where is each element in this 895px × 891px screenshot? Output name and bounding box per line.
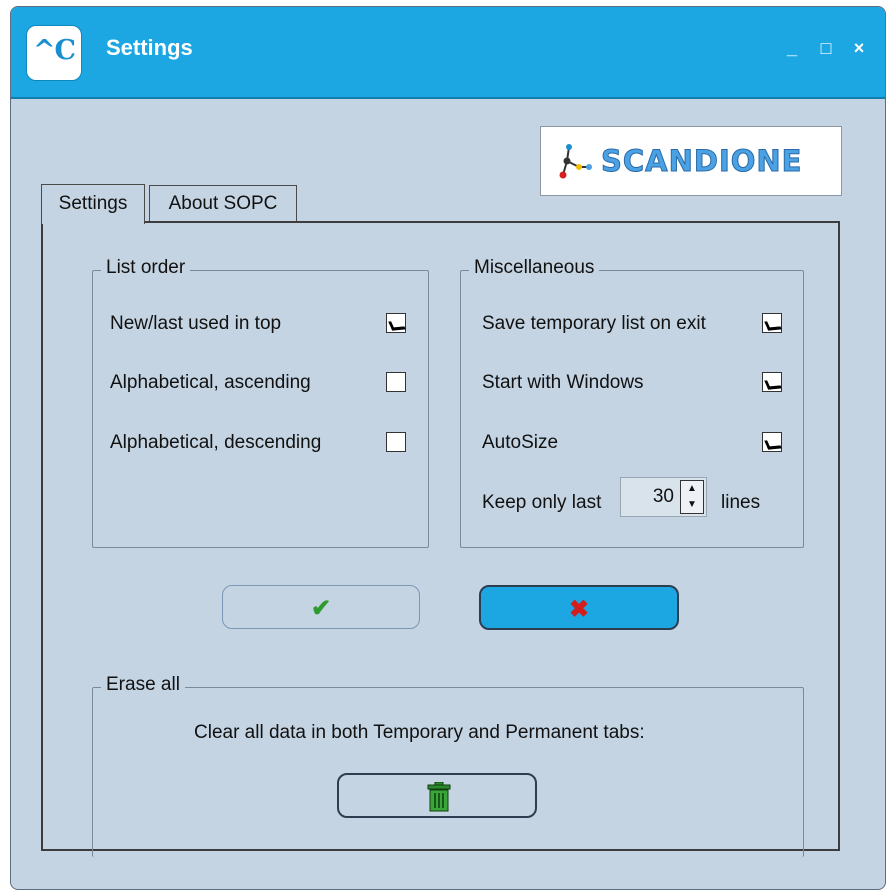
tab-settings[interactable]: Settings xyxy=(41,184,145,224)
stepper-buttons[interactable]: ▲ ▼ xyxy=(680,480,704,514)
logo-text: SCANDIONE xyxy=(600,144,803,179)
misc-option-label: Start with Windows xyxy=(482,372,644,393)
keep-lines-value[interactable]: 30 xyxy=(653,486,674,508)
cancel-button[interactable]: ✖ xyxy=(479,585,679,630)
alphabetical-ascending-checkbox[interactable] xyxy=(386,372,406,392)
misc-option-label: AutoSize xyxy=(482,432,559,453)
molecule-icon xyxy=(559,144,592,179)
app-icon-text: ^C xyxy=(32,35,76,66)
autosize-checkbox[interactable] xyxy=(762,432,782,452)
list-order-title: List order xyxy=(101,257,191,279)
ok-button[interactable]: ✔ xyxy=(222,585,420,629)
erase-description: Clear all data in both Temporary and Per… xyxy=(194,722,645,743)
lines-label: lines xyxy=(721,492,761,513)
app-icon: ^C xyxy=(26,25,82,81)
stepper-up-icon[interactable]: ▲ xyxy=(681,481,703,497)
check-icon: ✔ xyxy=(310,595,332,622)
stepper-down-icon[interactable]: ▼ xyxy=(681,497,703,513)
list-order-group: List order xyxy=(92,257,429,548)
miscellaneous-title: Miscellaneous xyxy=(469,257,600,279)
tab-about-sopc[interactable]: About SOPC xyxy=(149,185,297,222)
keep-only-last-label: Keep only last xyxy=(482,492,602,513)
title-bar[interactable]: ^C Settings _ □ × xyxy=(11,7,885,99)
trash-icon xyxy=(427,782,451,812)
x-icon: ✖ xyxy=(568,596,590,623)
window-title: Settings xyxy=(106,35,193,60)
keep-lines-stepper[interactable]: 30 ▲ ▼ xyxy=(620,477,707,517)
alphabetical-descending-checkbox[interactable] xyxy=(386,432,406,452)
new-last-used-checkbox[interactable] xyxy=(386,313,406,333)
list-order-option-label: New/last used in top xyxy=(110,313,282,334)
close-button[interactable]: × xyxy=(847,35,871,61)
erase-all-button[interactable] xyxy=(337,773,537,818)
save-temporary-list-checkbox[interactable] xyxy=(762,313,782,333)
misc-option-label: Save temporary list on exit xyxy=(482,313,706,334)
maximize-button[interactable]: □ xyxy=(814,35,838,61)
scandione-logo: SCANDIONE xyxy=(540,126,842,196)
minimize-button[interactable]: _ xyxy=(780,35,804,61)
list-order-option-label: Alphabetical, ascending xyxy=(110,372,311,393)
start-with-windows-checkbox[interactable] xyxy=(762,372,782,392)
erase-all-group: Erase all xyxy=(92,674,804,857)
list-order-option-label: Alphabetical, descending xyxy=(110,432,322,453)
erase-all-title: Erase all xyxy=(101,674,185,696)
